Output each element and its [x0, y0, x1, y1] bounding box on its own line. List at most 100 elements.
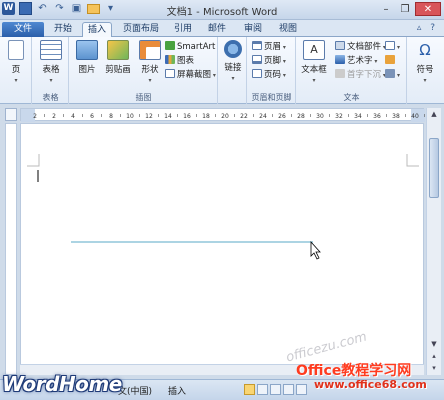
ruler-tick-label: 22 — [240, 113, 248, 120]
chart-label: 图表 — [177, 56, 195, 66]
screenshot-icon — [165, 69, 175, 78]
ruler-tick-label: 38 — [392, 113, 400, 120]
group-links: 链接 ▾ — [219, 37, 247, 104]
group-pages: 页 ▾ — [0, 37, 32, 104]
tab-review[interactable]: 审阅 — [238, 22, 268, 37]
draft-view-icon[interactable] — [296, 384, 307, 395]
symbol-button[interactable]: Ω 符号 ▾ — [410, 40, 440, 85]
status-insert-mode[interactable]: 插入 — [168, 384, 186, 397]
smartart-button[interactable]: SmartArt — [165, 41, 215, 53]
links-button[interactable]: 链接 ▾ — [219, 40, 247, 83]
wordart-label: 艺术字 — [347, 56, 373, 66]
prev-page-icon[interactable]: ▴ — [427, 350, 441, 362]
header-button[interactable]: 页眉 ▾ — [252, 41, 286, 53]
close-icon[interactable]: ✕ — [415, 2, 441, 16]
horizontal-ruler[interactable]: 2 2 4 6 8 10 12 14 16 18 20 22 24 26 28 30 32 34 36 38 40 — [20, 108, 425, 122]
print-layout-view-icon[interactable] — [244, 384, 255, 395]
vertical-scrollbar[interactable]: ▲ ▼ ▴ ▾ — [426, 108, 441, 375]
table-button[interactable]: 表格 ▾ — [36, 40, 66, 85]
ruler-tick-label: 36 — [373, 113, 381, 120]
vertical-ruler[interactable] — [5, 123, 17, 375]
minimize-icon[interactable]: – — [377, 2, 395, 16]
ruler-tick-label: 34 — [354, 113, 362, 120]
tab-file[interactable]: 文件 — [2, 22, 44, 37]
picture-icon — [76, 40, 98, 60]
group-label-header-footer: 页眉和页脚 — [251, 93, 292, 102]
globe-link-icon — [224, 40, 242, 58]
shapes-icon — [139, 40, 161, 60]
ruler-tick-label: 32 — [335, 113, 343, 120]
scroll-down-icon[interactable]: ▼ — [427, 338, 441, 350]
quickparts-button[interactable]: 文档部件 ▾ — [335, 41, 386, 53]
textbox-label: 文本框 — [301, 65, 327, 75]
signature-line-button[interactable]: ▾ — [385, 41, 400, 53]
chart-button[interactable]: 图表 — [165, 55, 194, 67]
status-language[interactable]: 文(中国) — [118, 384, 152, 397]
group-illustrations: 图片 剪贴画 形状 ▾ SmartArt 图表 屏幕截图 ▾ 插图 — [70, 37, 218, 104]
quickparts-icon — [335, 41, 345, 50]
links-label: 链接 — [224, 63, 242, 73]
crop-mark-right — [406, 154, 419, 167]
ribbon-insert: 页▾ 表格▾ 表格 图片 剪贴画 形状▾ SmartArt 图表 屏幕截图 — [0, 37, 444, 104]
scroll-thumb[interactable] — [429, 138, 439, 198]
title-bar: W ↶ ↷ ▣ ▾ 文档1 - Microsoft Word – ❐ ✕ — [0, 0, 444, 20]
ruler-tick-label: 10 — [126, 113, 134, 120]
tab-mailings[interactable]: 邮件 — [202, 22, 232, 37]
tab-insert[interactable]: 插入 — [82, 22, 112, 37]
ribbon-help-icons[interactable]: ▵ ? — [417, 23, 438, 33]
ruler-tick-label: 30 — [316, 113, 324, 120]
footer-button[interactable]: 页脚 ▾ — [252, 55, 286, 67]
group-symbols: Ω 符号 ▾ — [408, 37, 442, 104]
screenshot-button[interactable]: 屏幕截图 ▾ — [165, 69, 216, 81]
dropcap-button[interactable]: 首字下沉 ▾ — [335, 69, 386, 81]
screenshot-label: 屏幕截图 — [177, 70, 212, 80]
clipart-button[interactable]: 剪贴画 — [101, 40, 135, 75]
object-icon — [385, 69, 395, 78]
watermark-office-url: www.office68.com — [314, 378, 427, 391]
next-page-icon[interactable]: ▾ — [427, 362, 441, 374]
tab-page-layout[interactable]: 页面布局 — [117, 22, 165, 37]
group-label-text: 文本 — [343, 93, 360, 102]
tab-references[interactable]: 引用 — [168, 22, 198, 37]
quickparts-label: 文档部件 — [347, 42, 382, 52]
tab-view[interactable]: 视图 — [273, 22, 303, 37]
ruler-tick-label: 24 — [259, 113, 267, 120]
view-buttons — [244, 384, 307, 395]
ruler-tick-label: 8 — [109, 113, 113, 120]
shapes-button[interactable]: 形状 ▾ — [135, 40, 165, 85]
picture-button[interactable]: 图片 — [72, 40, 102, 75]
ruler-tick-label: 12 — [145, 113, 153, 120]
wordart-icon — [335, 55, 345, 64]
ruler-tick-label: 16 — [183, 113, 191, 120]
ruler-tick-label: 40 — [411, 113, 419, 120]
footer-icon — [252, 55, 262, 64]
ruler-tick-label: 18 — [202, 113, 210, 120]
crop-mark-left — [27, 154, 40, 167]
mouse-pointer-icon — [310, 240, 321, 260]
restore-icon[interactable]: ❐ — [396, 2, 414, 16]
shapes-label: 形状 — [141, 65, 159, 75]
signature-line-icon — [385, 41, 395, 50]
full-screen-view-icon[interactable] — [257, 384, 268, 395]
textbox-button[interactable]: A 文本框 ▾ — [297, 40, 331, 85]
table-label: 表格 — [42, 65, 60, 75]
smartart-icon — [165, 41, 175, 50]
dropcap-icon — [335, 69, 345, 78]
ruler-scale: 2 2 4 6 8 10 12 14 16 18 20 22 24 26 28 30 32 34 36 38 40 — [21, 109, 425, 122]
wordart-button[interactable]: 艺术字 ▾ — [335, 55, 377, 67]
ruler-tick-label: 26 — [278, 113, 286, 120]
web-layout-view-icon[interactable] — [270, 384, 281, 395]
page-number-button[interactable]: 页码 ▾ — [252, 69, 286, 81]
pages-label: 页 — [11, 65, 21, 75]
scroll-up-icon[interactable]: ▲ — [427, 108, 441, 120]
object-button[interactable]: ▾ — [385, 69, 400, 81]
watermark-office-title: Office教程学习网 — [296, 363, 412, 379]
tab-selector[interactable] — [5, 108, 17, 121]
tab-home[interactable]: 开始 — [48, 22, 78, 37]
date-time-button[interactable] — [385, 55, 397, 67]
pages-button[interactable]: 页 ▾ — [1, 40, 31, 85]
outline-view-icon[interactable] — [283, 384, 294, 395]
header-icon — [252, 41, 262, 50]
header-label: 页眉 — [264, 42, 282, 52]
page-number-label: 页码 — [264, 70, 282, 80]
